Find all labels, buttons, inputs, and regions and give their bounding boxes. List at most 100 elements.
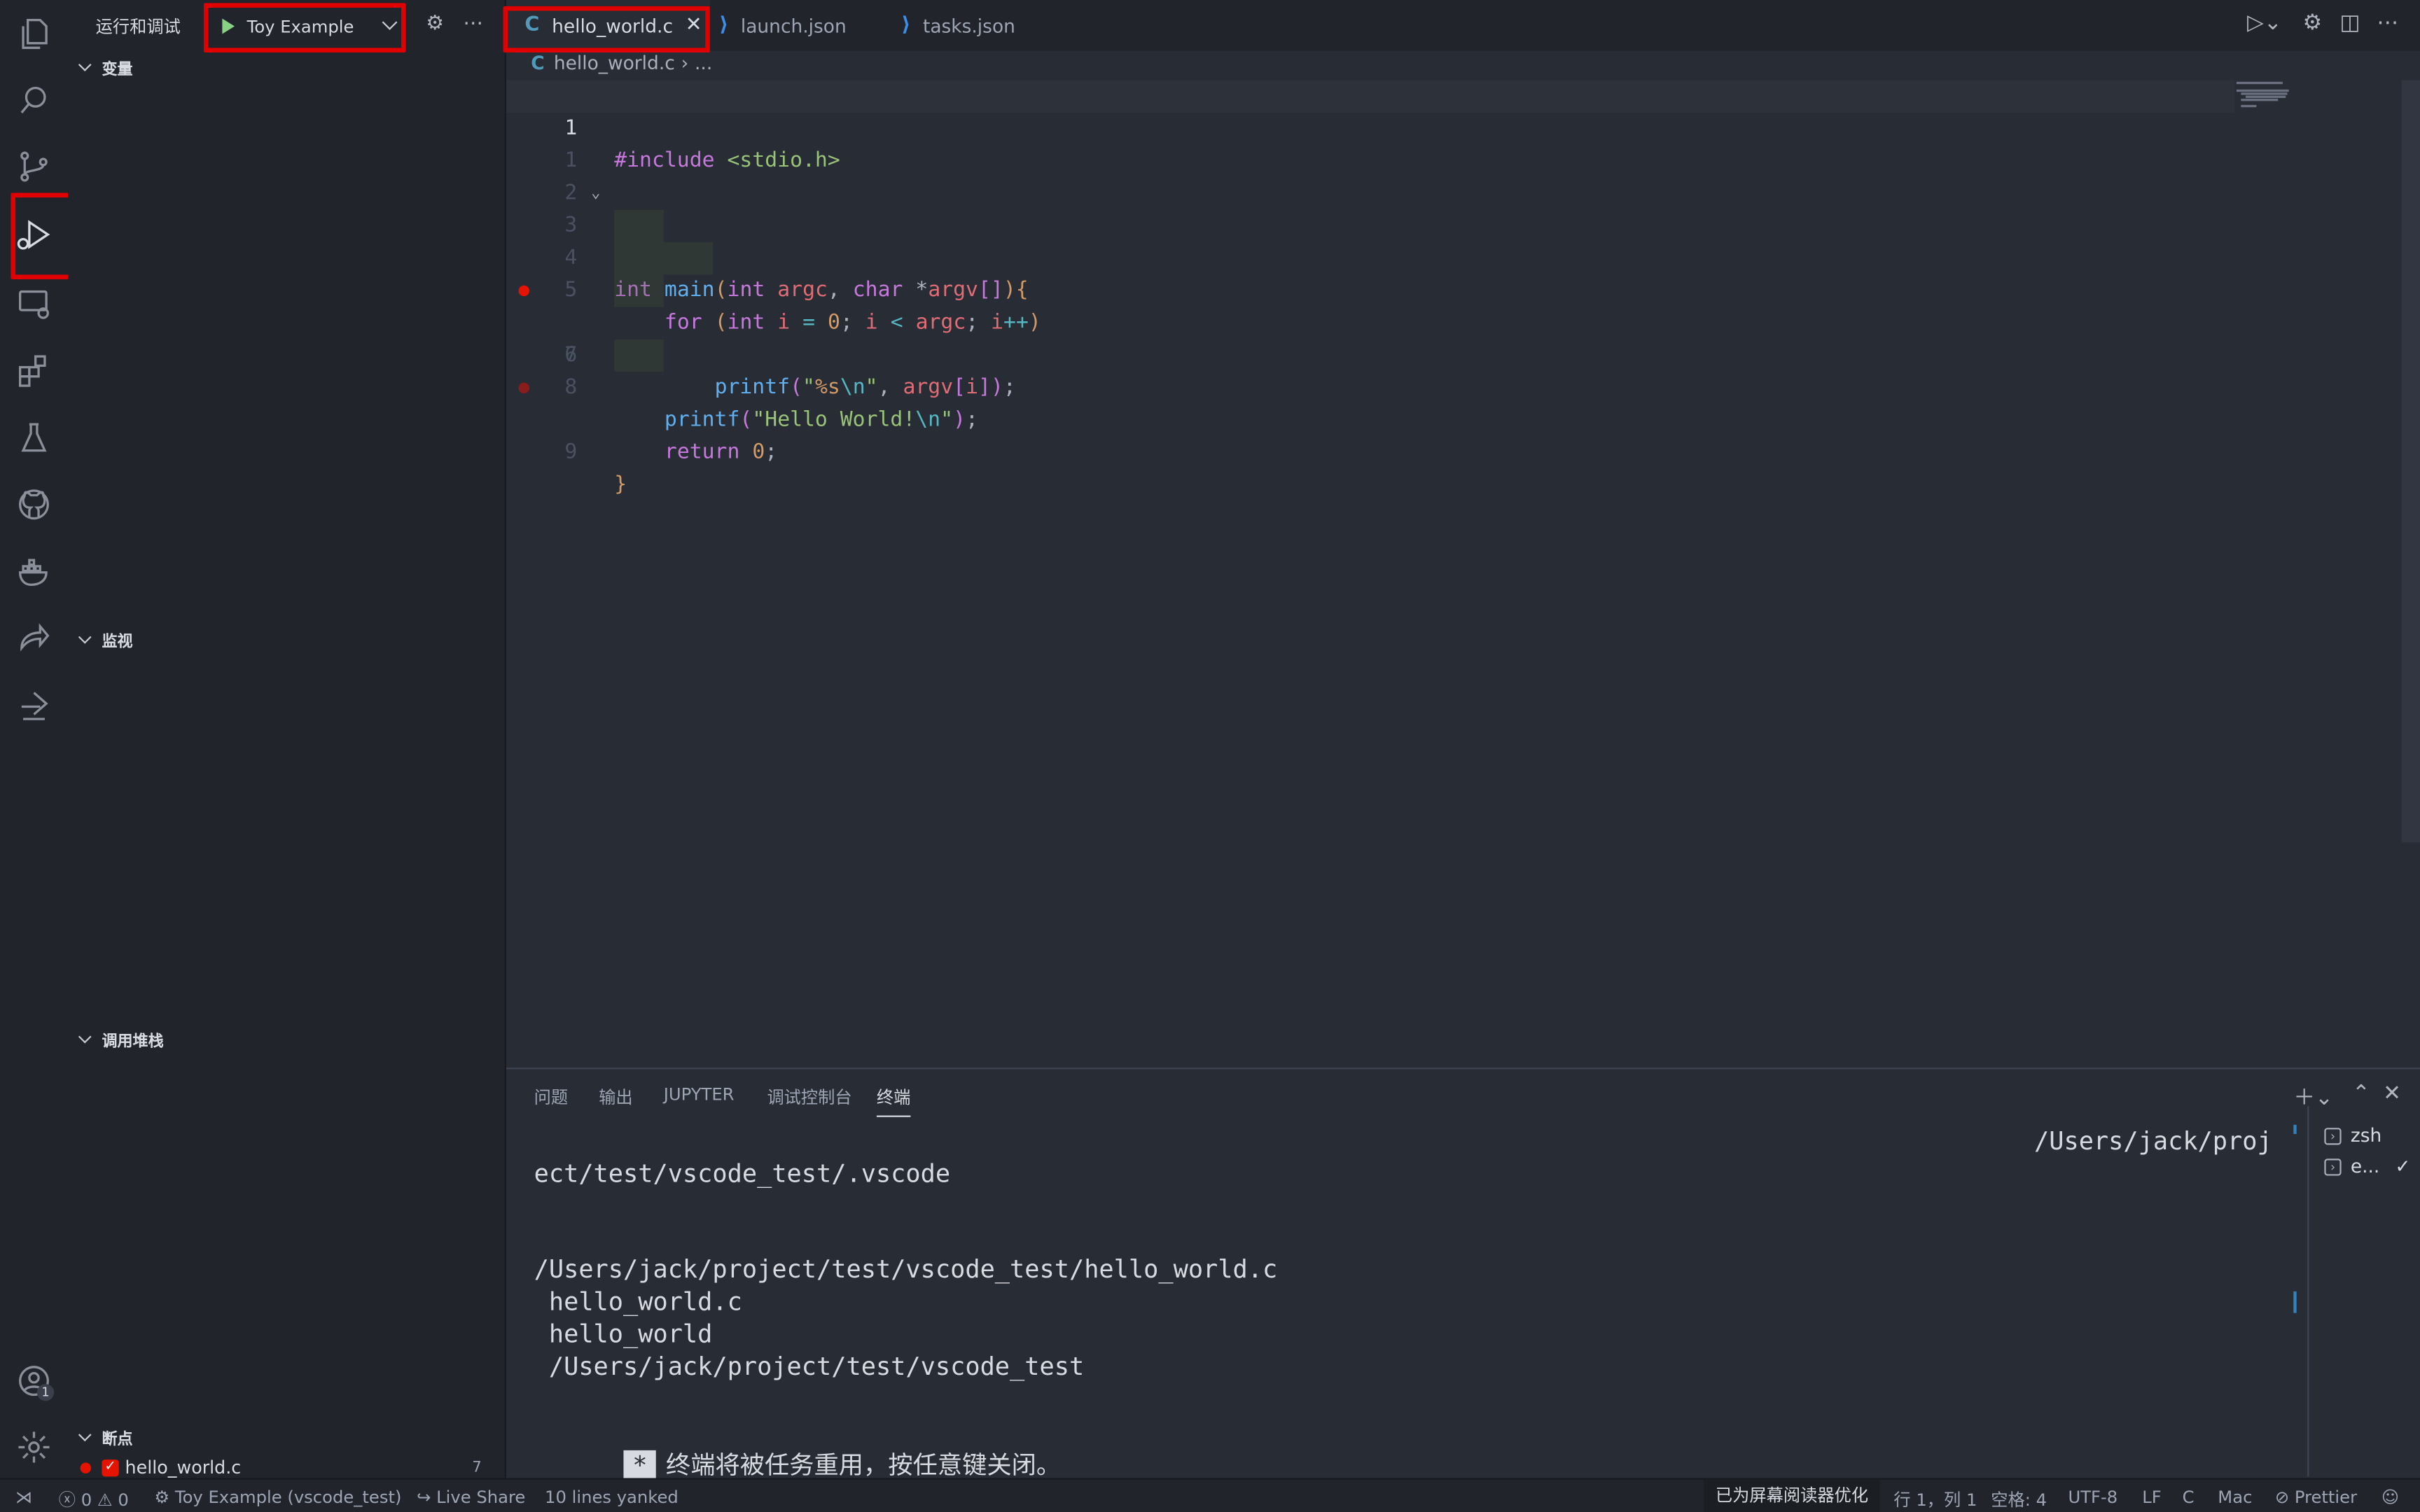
chevron-down-icon xyxy=(78,630,92,644)
section-watch[interactable]: 监视 xyxy=(77,628,133,651)
gitlens-icon[interactable] xyxy=(13,685,56,729)
close-panel-icon[interactable]: ✕ xyxy=(2383,1082,2401,1106)
live-share-status[interactable]: ↪ Live Share xyxy=(417,1488,525,1508)
c-file-icon: C xyxy=(524,13,540,37)
tab-hello-world-c[interactable]: C hello_world.c ✕ xyxy=(506,0,710,51)
breakpoint-checkbox[interactable]: ✓ xyxy=(102,1458,119,1476)
tab-debug-console[interactable]: 调试控制台 xyxy=(767,1084,851,1109)
debug-config-name: Toy Example xyxy=(246,16,354,36)
terminal-item-task[interactable]: › e... ✓ xyxy=(2324,1155,2411,1177)
terminal-line: /Users/jack/project/test/vscode_test/hel… xyxy=(534,1254,1278,1284)
terminal-line: /Users/jack/proj xyxy=(2034,1126,2272,1156)
live-share-icon: ↪ xyxy=(417,1487,431,1508)
explorer-icon[interactable] xyxy=(13,13,56,56)
screen-reader-status[interactable]: 已为屏幕阅读器优化 xyxy=(1704,1479,1880,1512)
code-line[interactable]: 9 } xyxy=(506,372,2235,497)
indentation[interactable]: 空格: 4 xyxy=(1991,1488,2047,1512)
error-icon: ⓧ xyxy=(58,1490,76,1511)
sidebar-title: 运行和调试 xyxy=(95,17,181,37)
fold-chevron-icon[interactable]: ⌄ xyxy=(591,177,600,209)
github-icon[interactable] xyxy=(13,483,56,526)
debug-config-select[interactable]: Toy Example xyxy=(207,8,404,45)
language-mode[interactable]: C xyxy=(2183,1488,2195,1508)
code-line[interactable]: 1 xyxy=(506,113,2235,173)
platform[interactable]: Mac xyxy=(2218,1488,2252,1508)
code-line[interactable]: 6 printf("Hello World!\n"); xyxy=(506,274,2235,432)
editor-settings-gear-icon[interactable]: ⚙ xyxy=(2303,10,2323,35)
run-debug-icon[interactable] xyxy=(13,213,56,256)
terminal-icon: › xyxy=(2324,1127,2342,1144)
breakpoint-dot-icon xyxy=(80,1462,92,1473)
run-code-icon[interactable]: ▷⌄ xyxy=(2247,10,2282,35)
terminal-line: hello_world xyxy=(534,1319,713,1349)
editor-tab-bar: C hello_world.c ✕ ⟩ launch.json ⟩ tasks.… xyxy=(503,0,2420,52)
chevron-right-icon: › xyxy=(681,52,689,74)
code-line[interactable]: 7 xyxy=(506,307,2235,367)
code-line[interactable]: 2 xyxy=(506,145,2235,205)
activity-bar: 1 xyxy=(0,0,73,1478)
tab-terminal[interactable]: 终端 xyxy=(876,1084,911,1117)
tab-output[interactable]: 输出 xyxy=(599,1084,632,1109)
minimap[interactable] xyxy=(2236,80,2391,111)
chevron-down-icon[interactable] xyxy=(382,15,398,30)
live-share-icon[interactable] xyxy=(13,617,56,661)
debug-config-status[interactable]: ⚙ Toy Example (vscode_test) xyxy=(154,1488,401,1508)
vscode-icon: ⟩ xyxy=(901,13,911,37)
debug-settings-gear-icon[interactable]: ⚙ xyxy=(426,13,444,36)
tab-problems[interactable]: 问题 xyxy=(534,1084,568,1109)
chevron-down-icon xyxy=(78,1428,92,1442)
breakpoint-file: hello_world.c xyxy=(125,1456,242,1478)
code-line[interactable]: 8 return 0; xyxy=(506,339,2235,464)
remote-explorer-icon[interactable] xyxy=(13,282,56,326)
remote-indicator-icon[interactable]: ⋊ xyxy=(15,1488,32,1508)
terminal-item-zsh[interactable]: › zsh xyxy=(2324,1125,2381,1147)
split-editor-icon[interactable]: ◫ xyxy=(2339,10,2360,35)
prettier-status[interactable]: ⊘ Prettier xyxy=(2275,1488,2357,1508)
tab-tasks-json[interactable]: ⟩ tasks.json xyxy=(901,0,1071,51)
breadcrumb: C hello_world.c › ... xyxy=(531,52,712,74)
terminal-icon: › xyxy=(2324,1158,2342,1175)
terminal-list: › zsh › e... ✓ xyxy=(2307,1106,2420,1477)
c-file-icon: C xyxy=(531,52,545,74)
terminal-line: hello_world.c xyxy=(534,1287,742,1317)
code-line[interactable]: 3 ⌄ int main(int argc, char *argv[]){ xyxy=(506,177,2235,302)
section-breakpoints[interactable]: 断点 xyxy=(77,1426,133,1449)
status-message: 10 lines yanked xyxy=(545,1487,679,1508)
extensions-icon[interactable] xyxy=(13,349,56,392)
feedback-icon[interactable]: ☺ xyxy=(2381,1488,2399,1508)
chevron-down-icon xyxy=(78,58,92,71)
manage-gear-icon[interactable] xyxy=(13,1426,56,1469)
tab-jupyter[interactable]: JUPYTER xyxy=(664,1084,735,1105)
breakpoint-item[interactable]: ✓ hello_world.c 7 xyxy=(77,1453,494,1481)
source-control-icon[interactable] xyxy=(13,145,56,188)
code-line[interactable]: 5 printf("%s\n", argv[i]); xyxy=(506,242,2235,400)
testing-icon[interactable] xyxy=(13,416,56,460)
breadcrumb-rest[interactable]: ... xyxy=(695,52,712,74)
tab-launch-json[interactable]: ⟩ launch.json xyxy=(719,0,889,51)
accounts-badge: 1 xyxy=(36,1384,55,1401)
code-line[interactable]: 4 for (int i = 0; i < argc; i++) xyxy=(506,209,2235,335)
maximize-panel-icon[interactable]: ⌃ xyxy=(2352,1082,2370,1106)
cursor-position[interactable]: 行 1，列 1 xyxy=(1893,1488,1977,1512)
close-icon[interactable]: ✕ xyxy=(686,14,702,37)
more-actions-icon[interactable]: ⋯ xyxy=(463,13,483,36)
encoding[interactable]: UTF-8 xyxy=(2068,1488,2118,1508)
breakpoint-dot-icon[interactable] xyxy=(518,285,530,297)
terminal-line: /Users/jack/project/test/vscode_test xyxy=(534,1351,1085,1381)
problems-indicator[interactable]: ⓧ 0 ⚠ 0 xyxy=(59,1488,129,1512)
docker-icon[interactable] xyxy=(13,551,56,594)
more-actions-icon[interactable]: ⋯ xyxy=(2377,10,2398,35)
start-debug-icon[interactable] xyxy=(222,18,235,34)
terminal-scroll-marker xyxy=(2293,1124,2297,1135)
section-call-stack[interactable]: 调用堆栈 xyxy=(77,1028,164,1051)
breadcrumb-file[interactable]: hello_world.c xyxy=(554,52,675,74)
chevron-down-icon xyxy=(78,1030,92,1044)
section-variables[interactable]: 变量 xyxy=(77,55,133,78)
editor-scrollbar[interactable] xyxy=(2401,80,2420,843)
code-line[interactable]: 1 #include <stdio.h> xyxy=(506,80,2235,173)
search-icon[interactable] xyxy=(13,78,56,122)
end-of-line[interactable]: LF xyxy=(2142,1488,2161,1508)
check-icon: ✓ xyxy=(2395,1155,2411,1177)
breakpoint-dot-icon[interactable] xyxy=(518,382,530,394)
status-bar: ⋊ ⓧ 0 ⚠ 0 ⚙ Toy Example (vscode_test) ↪ … xyxy=(0,1478,2420,1512)
